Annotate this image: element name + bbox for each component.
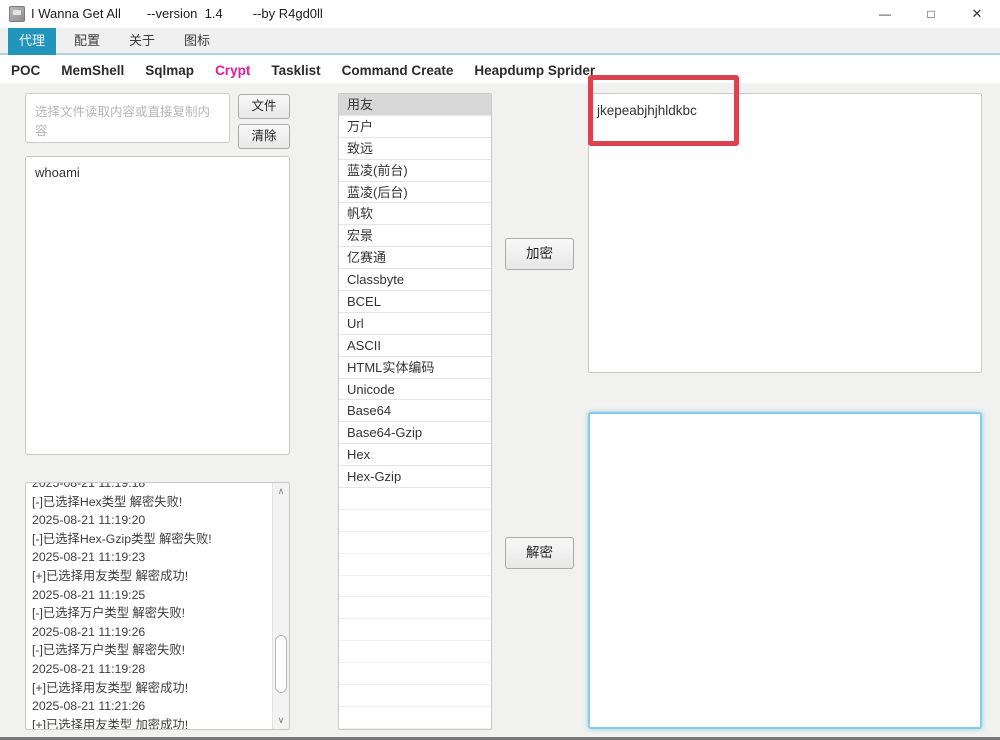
window-controls: — □ ✕ <box>862 0 1000 28</box>
log-line: 2025-08-21 11:19:25 <box>32 586 271 605</box>
scroll-up-icon[interactable]: ∧ <box>273 484 289 499</box>
plaintext-input[interactable]: whoami <box>25 156 290 455</box>
log-scrollbar[interactable]: ∧ ∨ <box>272 483 289 729</box>
menu-bar: POC MemShell Sqlmap Crypt Tasklist Command Cr… <box>0 57 1000 83</box>
file-button[interactable]: 文件 <box>238 94 290 119</box>
title-bar: I Wanna Get All --version 1.4 --by R4gd0ll… <box>0 0 1000 28</box>
type-list-item[interactable]: 用友 <box>339 94 491 116</box>
type-list-empty-row[interactable] <box>339 532 491 554</box>
close-button[interactable]: ✕ <box>954 0 1000 28</box>
title-app: I Wanna Get All <box>31 6 121 21</box>
type-list-item[interactable]: 致远 <box>339 138 491 160</box>
log-line: 2025-08-21 11:19:18 <box>32 482 271 493</box>
menu-item-heapdump-sprider[interactable]: Heapdump Sprider <box>474 63 595 78</box>
log-line: 2025-08-21 11:19:28 <box>32 660 271 679</box>
tab-config[interactable]: 配置 <box>63 28 111 55</box>
menu-item-command-create[interactable]: Command Create <box>342 63 454 78</box>
type-list-item[interactable]: Hex <box>339 444 491 466</box>
type-list-empty-row[interactable] <box>339 641 491 663</box>
tab-about[interactable]: 关于 <box>118 28 166 55</box>
maximize-button[interactable]: □ <box>908 0 954 28</box>
scroll-down-icon[interactable]: ∨ <box>273 713 289 728</box>
type-list-item[interactable]: 万户 <box>339 116 491 138</box>
log-panel[interactable]: 2025-08-21 11:19:18[-]已选择Hex类型 解密失败!2025… <box>25 482 290 730</box>
type-list-empty-row[interactable] <box>339 597 491 619</box>
type-list-item[interactable]: Unicode <box>339 379 491 401</box>
decrypt-output-area[interactable] <box>588 412 982 729</box>
encrypt-output-area[interactable]: jkepeabjhjhldkbc <box>588 93 982 373</box>
file-content-input[interactable]: 选择文件读取内容或直接复制内容 <box>25 93 230 143</box>
app-logo-icon <box>9 6 25 22</box>
type-list-item[interactable]: Url <box>339 313 491 335</box>
type-list-empty-row[interactable] <box>339 576 491 598</box>
type-list-item[interactable]: HTML实体编码 <box>339 357 491 379</box>
log-line: [+]已选择用友类型 加密成功! <box>32 716 271 730</box>
type-list-empty-row[interactable] <box>339 663 491 685</box>
decrypt-button[interactable]: 解密 <box>505 537 574 569</box>
tab-bar: 代理配置关于图标 <box>0 28 1000 55</box>
log-line: [+]已选择用友类型 解密成功! <box>32 567 271 586</box>
log-line: 2025-08-21 11:19:23 <box>32 548 271 567</box>
type-list-item[interactable]: 蓝凌(前台) <box>339 160 491 182</box>
log-line: 2025-08-21 11:19:20 <box>32 511 271 530</box>
log-content: 2025-08-21 11:19:18[-]已选择Hex类型 解密失败!2025… <box>32 482 271 730</box>
title-author: --by R4gd0ll <box>253 6 323 21</box>
type-list-item[interactable]: ASCII <box>339 335 491 357</box>
type-list-item[interactable]: Hex-Gzip <box>339 466 491 488</box>
log-line: [-]已选择万户类型 解密失败! <box>32 604 271 623</box>
type-list-item[interactable]: 亿赛通 <box>339 247 491 269</box>
type-list-item[interactable]: Base64-Gzip <box>339 422 491 444</box>
tab-icon[interactable]: 图标 <box>173 28 221 55</box>
type-list-empty-row[interactable] <box>339 554 491 576</box>
type-list-item[interactable]: BCEL <box>339 291 491 313</box>
clear-button[interactable]: 清除 <box>238 124 290 149</box>
type-list-empty-row[interactable] <box>339 619 491 641</box>
menu-item-crypt[interactable]: Crypt <box>215 63 250 78</box>
title-version: --version 1.4 <box>147 6 223 21</box>
type-list-item[interactable]: Base64 <box>339 400 491 422</box>
log-line: [-]已选择万户类型 解密失败! <box>32 641 271 660</box>
menu-item-tasklist[interactable]: Tasklist <box>271 63 320 78</box>
log-line: [+]已选择用友类型 解密成功! <box>32 679 271 698</box>
window-title: I Wanna Get All --version 1.4 --by R4gd0ll <box>31 0 323 28</box>
type-list-item[interactable]: 蓝凌(后台) <box>339 182 491 204</box>
type-list-empty-row[interactable] <box>339 685 491 707</box>
type-list-item[interactable]: 帆软 <box>339 203 491 225</box>
type-list-item[interactable]: 宏景 <box>339 225 491 247</box>
minimize-button[interactable]: — <box>862 0 908 28</box>
type-list-empty-row[interactable] <box>339 707 491 729</box>
log-line: [-]已选择Hex类型 解密失败! <box>32 493 271 512</box>
tab-proxy[interactable]: 代理 <box>8 28 56 55</box>
type-list-empty-row[interactable] <box>339 488 491 510</box>
type-list-empty-row[interactable] <box>339 510 491 532</box>
menu-item-memshell[interactable]: MemShell <box>61 63 124 78</box>
log-line: 2025-08-21 11:21:26 <box>32 697 271 716</box>
log-line: [-]已选择Hex-Gzip类型 解密失败! <box>32 530 271 549</box>
type-list-item[interactable]: Classbyte <box>339 269 491 291</box>
menu-item-poc[interactable]: POC <box>11 63 40 78</box>
scrollbar-thumb[interactable] <box>275 635 287 693</box>
log-line: 2025-08-21 11:19:26 <box>32 623 271 642</box>
crypt-type-list: 用友万户致远蓝凌(前台)蓝凌(后台)帆软宏景亿赛通ClassbyteBCELUr… <box>338 93 492 730</box>
encrypt-button[interactable]: 加密 <box>505 238 574 270</box>
menu-item-sqlmap[interactable]: Sqlmap <box>145 63 194 78</box>
